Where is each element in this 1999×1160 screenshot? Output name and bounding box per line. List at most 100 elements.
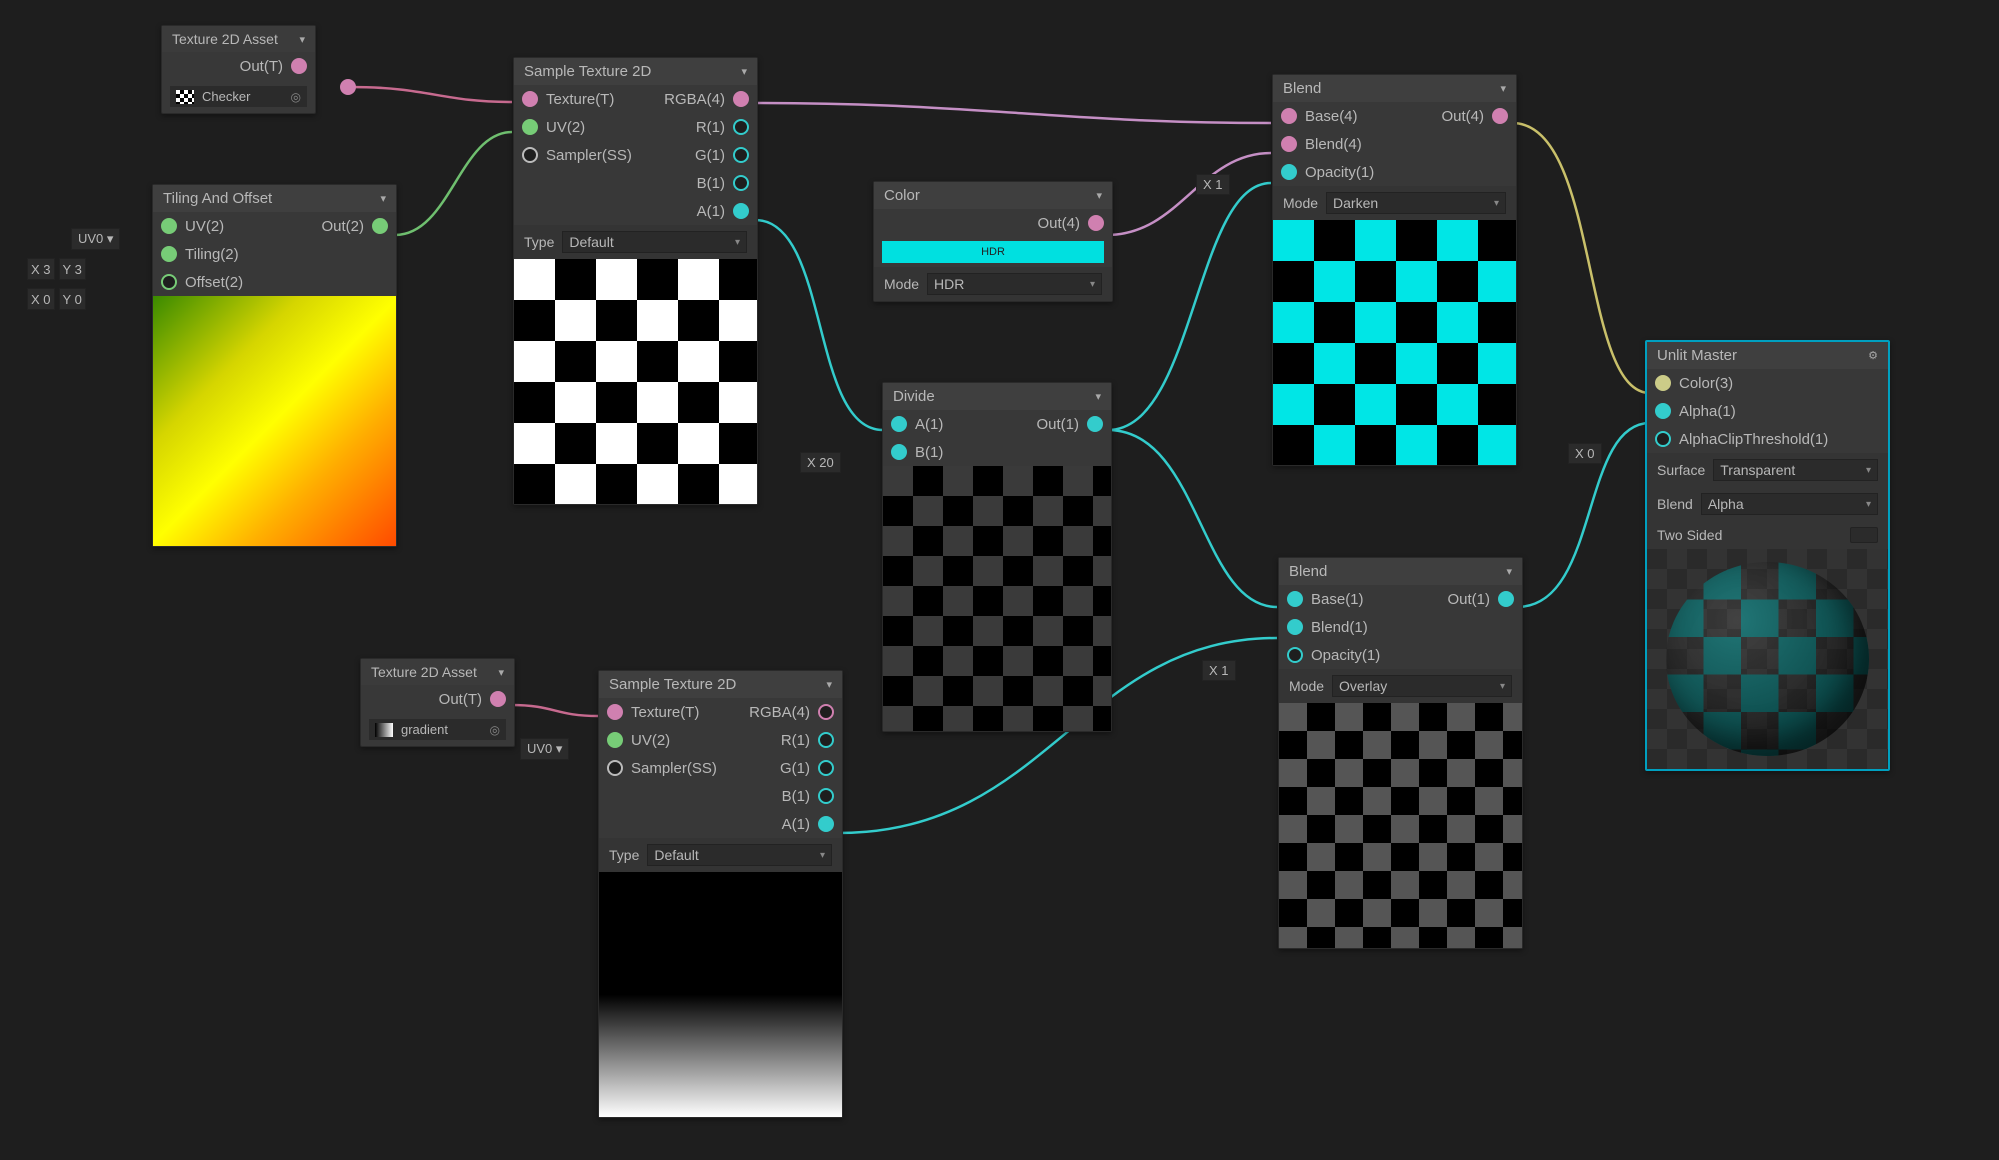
- collapse-icon[interactable]: ▾: [1095, 390, 1101, 403]
- b-value-field[interactable]: X 20: [800, 452, 841, 473]
- node-title[interactable]: Divide ▾: [883, 383, 1111, 410]
- port-tiling[interactable]: [161, 246, 177, 262]
- port-out[interactable]: [1087, 416, 1103, 432]
- asset-thumb: [375, 723, 393, 737]
- color-swatch[interactable]: HDR: [882, 241, 1104, 263]
- mode-select[interactable]: Overlay▾: [1332, 675, 1512, 697]
- port-opacity[interactable]: [1281, 164, 1297, 180]
- title-text: Sample Texture 2D: [524, 63, 651, 80]
- port-rgba[interactable]: [733, 91, 749, 107]
- port-a[interactable]: [818, 816, 834, 832]
- node-title[interactable]: Blend ▾: [1273, 75, 1516, 102]
- collapse-icon[interactable]: ▾: [498, 666, 504, 679]
- port-base[interactable]: [1281, 108, 1297, 124]
- type-label: Type: [524, 234, 554, 250]
- port-texture[interactable]: [522, 91, 538, 107]
- port-b[interactable]: [818, 788, 834, 804]
- ext-port[interactable]: [340, 79, 356, 95]
- opacity-field[interactable]: X 1: [1202, 660, 1236, 681]
- uv-pill[interactable]: UV0 ▾: [520, 738, 569, 760]
- port-texture[interactable]: [607, 704, 623, 720]
- twosided-toggle[interactable]: [1850, 527, 1878, 543]
- node-title[interactable]: Blend ▾: [1279, 558, 1522, 585]
- node-divide[interactable]: Divide ▾ A(1) Out(1) B(1): [882, 382, 1112, 732]
- port-uv[interactable]: [522, 119, 538, 135]
- port-a[interactable]: [891, 416, 907, 432]
- node-tiling-offset[interactable]: Tiling And Offset ▾ UV(2) Out(2) Tiling(…: [152, 184, 397, 547]
- offset-x-field[interactable]: X 0: [27, 288, 55, 310]
- port-base[interactable]: [1287, 591, 1303, 607]
- collapse-icon[interactable]: ▾: [1500, 82, 1506, 95]
- port-opacity[interactable]: [1287, 647, 1303, 663]
- node-title[interactable]: Tiling And Offset ▾: [153, 185, 396, 212]
- asset-picker[interactable]: Checker ◎: [170, 86, 307, 107]
- offset-y-field[interactable]: Y 0: [59, 288, 86, 310]
- collapse-icon[interactable]: ▾: [826, 678, 832, 691]
- blend-select[interactable]: Alpha▾: [1701, 493, 1878, 515]
- port-g[interactable]: [733, 147, 749, 163]
- port-label: Offset(2): [185, 274, 243, 291]
- node-preview: [514, 259, 757, 504]
- port-r[interactable]: [818, 732, 834, 748]
- port-offset[interactable]: [161, 274, 177, 290]
- node-title[interactable]: Texture 2D Asset ▾: [162, 26, 315, 52]
- port-b[interactable]: [891, 444, 907, 460]
- type-select[interactable]: Default▾: [647, 844, 832, 866]
- node-texture2d-asset-2[interactable]: Texture 2D Asset ▾ Out(T) gradient ◎: [360, 658, 515, 747]
- port-out[interactable]: [372, 218, 388, 234]
- surface-select[interactable]: Transparent▾: [1713, 459, 1878, 481]
- asset-picker[interactable]: gradient ◎: [369, 719, 506, 740]
- node-preview: [1279, 703, 1522, 948]
- port-out[interactable]: [1498, 591, 1514, 607]
- collapse-icon[interactable]: ▾: [1506, 565, 1512, 578]
- collapse-icon[interactable]: ▾: [380, 192, 386, 205]
- port-out[interactable]: [291, 58, 307, 74]
- type-select[interactable]: Default▾: [562, 231, 747, 253]
- port-out[interactable]: [1492, 108, 1508, 124]
- tiling-x-field[interactable]: X 3: [27, 258, 55, 280]
- port-r[interactable]: [733, 119, 749, 135]
- collapse-icon[interactable]: ▾: [1096, 189, 1102, 202]
- mode-select[interactable]: HDR▾: [927, 273, 1102, 295]
- port-alpha[interactable]: [1655, 403, 1671, 419]
- node-unlit-master[interactable]: Unlit Master ⚙ Color(3) Alpha(1) AlphaCl…: [1645, 340, 1890, 771]
- node-sample-texture-2[interactable]: Sample Texture 2D ▾ Texture(T) RGBA(4) U…: [598, 670, 843, 1118]
- port-a[interactable]: [733, 203, 749, 219]
- node-sample-texture-1[interactable]: Sample Texture 2D ▾ Texture(T) RGBA(4) U…: [513, 57, 758, 505]
- node-title[interactable]: Sample Texture 2D ▾: [599, 671, 842, 698]
- port-out[interactable]: [490, 691, 506, 707]
- shader-graph-canvas[interactable]: Texture 2D Asset ▾ Out(T) Checker ◎ Tili…: [0, 0, 1999, 1160]
- picker-icon[interactable]: ◎: [291, 90, 301, 104]
- node-blend-1[interactable]: Blend ▾ Base(4) Out(4) Blend(4) Opacity(…: [1272, 74, 1517, 466]
- port-sampler[interactable]: [607, 760, 623, 776]
- clip-value-field[interactable]: X 0: [1568, 443, 1602, 464]
- uv-pill[interactable]: UV0 ▾: [71, 228, 120, 250]
- opacity-field[interactable]: X 1: [1196, 174, 1230, 195]
- port-sampler[interactable]: [522, 147, 538, 163]
- mode-select[interactable]: Darken▾: [1326, 192, 1506, 214]
- port-out[interactable]: [1088, 215, 1104, 231]
- settings-icon[interactable]: ⚙: [1868, 349, 1878, 362]
- title-text: Blend: [1283, 80, 1321, 97]
- port-uv[interactable]: [161, 218, 177, 234]
- port-uv[interactable]: [607, 732, 623, 748]
- picker-icon[interactable]: ◎: [490, 723, 500, 737]
- asset-name: Checker: [202, 89, 250, 104]
- node-title[interactable]: Sample Texture 2D ▾: [514, 58, 757, 85]
- node-texture2d-asset-1[interactable]: Texture 2D Asset ▾ Out(T) Checker ◎: [161, 25, 316, 114]
- tiling-y-field[interactable]: Y 3: [59, 258, 86, 280]
- collapse-icon[interactable]: ▾: [299, 33, 305, 46]
- collapse-icon[interactable]: ▾: [741, 65, 747, 78]
- node-title[interactable]: Texture 2D Asset ▾: [361, 659, 514, 685]
- node-title[interactable]: Color ▾: [874, 182, 1112, 209]
- node-blend-2[interactable]: Blend ▾ Base(1) Out(1) Blend(1) Opacity(…: [1278, 557, 1523, 949]
- port-blend[interactable]: [1281, 136, 1297, 152]
- node-title[interactable]: Unlit Master ⚙: [1647, 342, 1888, 369]
- node-color[interactable]: Color ▾ Out(4) HDR Mode HDR▾: [873, 181, 1113, 302]
- port-color[interactable]: [1655, 375, 1671, 391]
- port-g[interactable]: [818, 760, 834, 776]
- port-rgba[interactable]: [818, 704, 834, 720]
- port-clip[interactable]: [1655, 431, 1671, 447]
- port-b[interactable]: [733, 175, 749, 191]
- port-blend[interactable]: [1287, 619, 1303, 635]
